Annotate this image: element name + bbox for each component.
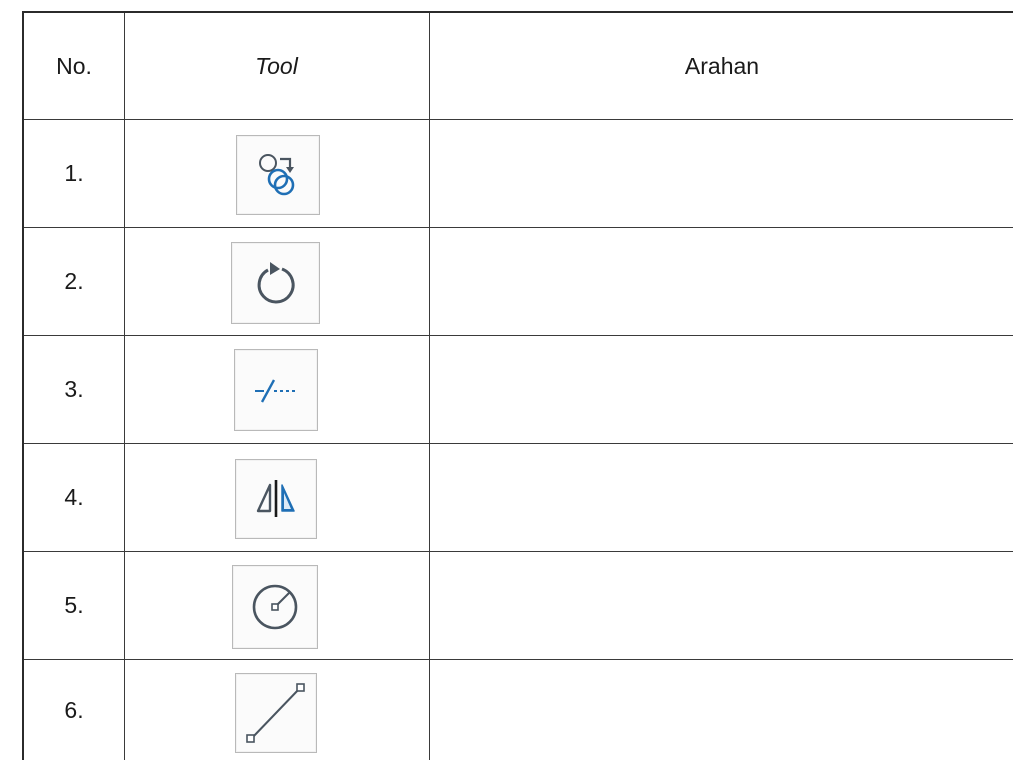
tool-button[interactable] (234, 349, 318, 431)
arahan-cell[interactable] (429, 659, 1013, 762)
tool-button[interactable] (235, 459, 317, 539)
row-number: 5. (64, 591, 84, 618)
tool-button[interactable] (235, 673, 317, 753)
translate-by-vector-icon (259, 154, 295, 196)
row-number: 6. (64, 697, 84, 723)
arahan-cell[interactable] (429, 119, 1013, 227)
header-arahan: Arahan (684, 52, 760, 79)
row-number: 4. (64, 483, 84, 510)
rotate-around-point-icon (257, 262, 295, 304)
row-number: 1. (64, 159, 84, 186)
perpendicular-bisector-icon (255, 379, 298, 403)
arahan-cell[interactable] (429, 551, 1013, 659)
row-number: 3. (64, 375, 84, 402)
tool-button[interactable] (232, 565, 318, 649)
reflect-about-line-icon (256, 480, 295, 517)
tool-button[interactable] (236, 135, 320, 215)
row-number: 2. (64, 267, 84, 294)
circle-with-center-icon (252, 584, 298, 630)
header-no: No. (56, 52, 92, 79)
segment-icon (246, 683, 305, 743)
arahan-cell[interactable] (429, 443, 1013, 551)
arahan-cell[interactable] (429, 227, 1013, 335)
tools-table: No. Tool Arahan 1. 2. 3. 4. 5. 6. (22, 11, 1013, 760)
header-tool: Tool (255, 52, 298, 79)
tool-button[interactable] (231, 242, 320, 324)
arahan-cell[interactable] (429, 335, 1013, 443)
column-divider (124, 13, 125, 760)
